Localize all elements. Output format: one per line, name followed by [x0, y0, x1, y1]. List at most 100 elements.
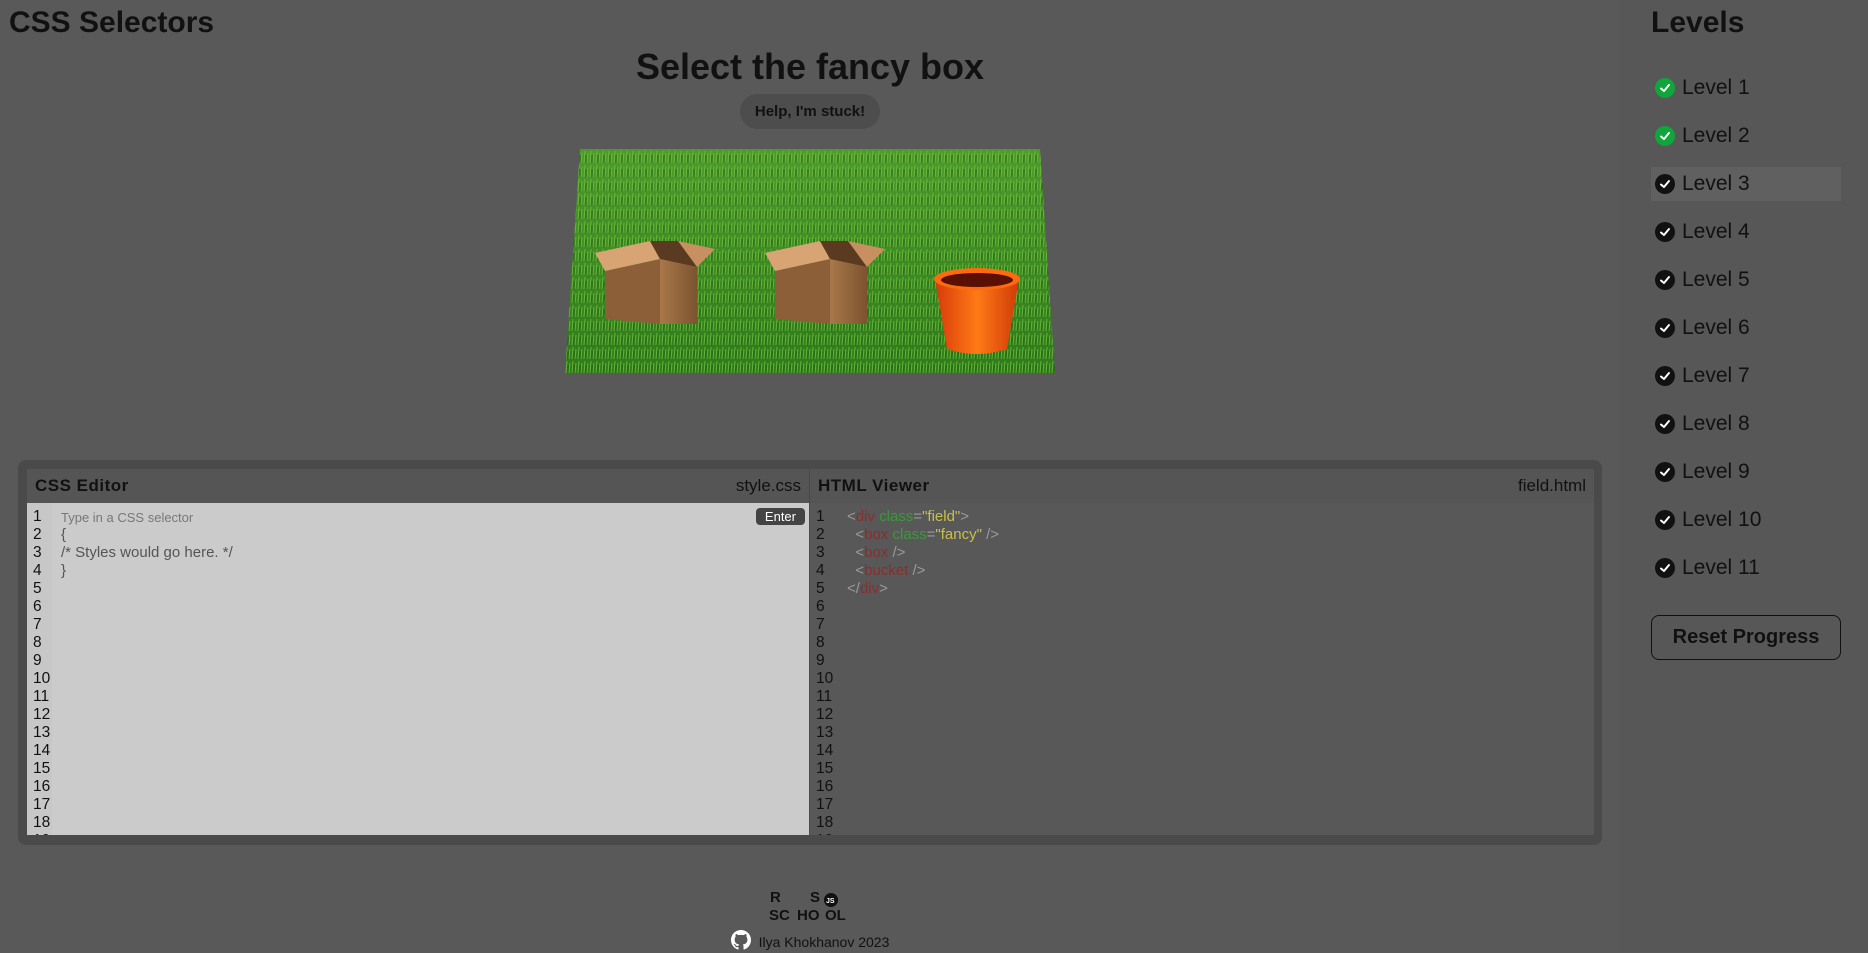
levels-sidebar: Levels Level 1 Level 2 Level 3 Level 4 Level…	[1620, 0, 1868, 952]
level-item[interactable]: Level 3	[1651, 167, 1841, 201]
line-number: 10	[33, 670, 51, 687]
line-number: 2	[33, 526, 42, 543]
line-number: 10	[816, 670, 834, 687]
help-button[interactable]: Help, I'm stuck!	[740, 94, 880, 129]
line-number: 17	[816, 796, 834, 813]
line-number: 18	[816, 814, 834, 831]
editor-panel: CSS Editor style.css 1 2 3 4 5 6 7 8 9 10 11 12 13 14…	[18, 460, 1602, 845]
level-instruction: Select the fancy box	[635, 46, 985, 87]
bucket	[934, 268, 1020, 354]
level-label: Level 7	[1682, 364, 1750, 387]
html-line-div-open[interactable]: <div class="field">	[847, 508, 999, 526]
html-viewer-header: HTML Viewer field.html	[810, 469, 1594, 503]
line-number: 16	[816, 778, 834, 795]
html-line-fancy-box[interactable]: <box class="fancy" />	[847, 526, 999, 544]
line-number: 14	[816, 742, 834, 759]
level-item[interactable]: Level 5	[1651, 263, 1841, 297]
level-item[interactable]: Level 1	[1651, 71, 1841, 105]
line-number: 4	[33, 562, 42, 579]
css-code-line: }	[61, 562, 67, 579]
html-viewer-title: HTML Viewer	[818, 476, 930, 495]
css-selector-input[interactable]	[61, 508, 681, 526]
check-icon	[1655, 510, 1675, 530]
check-icon	[1655, 318, 1675, 338]
line-number: 19	[816, 832, 838, 835]
line-number: 9	[33, 652, 42, 669]
line-number: 12	[33, 706, 51, 723]
css-editor-title: CSS Editor	[35, 476, 129, 495]
sidebar-title: Levels	[1651, 6, 1745, 39]
line-number: 6	[33, 598, 42, 615]
check-icon	[1655, 270, 1675, 290]
check-icon	[1655, 558, 1675, 578]
line-number: 3	[33, 544, 42, 561]
level-label: Level 5	[1682, 268, 1750, 291]
level-item[interactable]: Level 7	[1651, 359, 1841, 393]
css-line-numbers: 12345678910111213141516171819	[27, 503, 52, 835]
level-item[interactable]: Level 6	[1651, 311, 1841, 345]
level-item[interactable]: Level 2	[1651, 119, 1841, 153]
logo-badge: JS	[826, 898, 835, 905]
line-number: 7	[816, 616, 825, 633]
css-filename: style.css	[735, 476, 801, 495]
enter-button[interactable]: Enter	[755, 508, 805, 525]
html-filename: field.html	[1517, 476, 1586, 495]
html-line-box[interactable]: <box />	[847, 544, 999, 562]
html-code: <div class="field"> <box class="fancy" /…	[847, 508, 999, 598]
level-label: Level 11	[1682, 556, 1760, 579]
level-label: Level 1	[1682, 76, 1750, 99]
line-number: 13	[816, 724, 834, 741]
line-number: 1	[816, 508, 825, 525]
check-icon	[1655, 174, 1675, 194]
line-number: 5	[33, 580, 42, 597]
rs-school-logo[interactable]: R S JS SC HO OL	[769, 888, 849, 924]
level-label: Level 4	[1682, 220, 1750, 243]
reset-progress-button[interactable]: Reset Progress	[1651, 615, 1841, 660]
css-code: { /* Styles would go here. */ }	[61, 508, 681, 580]
line-number: 16	[33, 778, 51, 795]
css-code-line: /* Styles would go here. */	[61, 544, 233, 561]
line-number: 4	[816, 562, 825, 579]
html-line-bucket[interactable]: <bucket />	[847, 562, 999, 580]
line-number: 14	[33, 742, 51, 759]
check-icon	[1655, 78, 1675, 98]
line-number: 7	[33, 616, 42, 633]
line-number: 5	[816, 580, 825, 597]
level-item[interactable]: Level 4	[1651, 215, 1841, 249]
author-credit[interactable]: Ilya Khokhanov 2023	[759, 934, 890, 950]
line-number: 12	[816, 706, 834, 723]
html-viewer-body: 12345678910111213141516171819 <div class…	[810, 503, 1594, 835]
level-item[interactable]: Level 8	[1651, 407, 1841, 441]
app-title: CSS Selectors	[9, 6, 215, 39]
footer-credit: Ilya Khokhanov 2023	[0, 930, 1620, 953]
html-line-numbers: 12345678910111213141516171819	[810, 503, 838, 835]
line-number: 13	[33, 724, 51, 741]
level-item[interactable]: Level 10	[1651, 503, 1841, 537]
line-number: 18	[33, 814, 51, 831]
level-label: Level 2	[1682, 124, 1750, 147]
css-editor-body: 12345678910111213141516171819 { /* Style…	[27, 503, 809, 835]
html-line-div-close[interactable]: </div>	[847, 580, 999, 598]
fancy-box	[595, 241, 715, 324]
grass-field-image	[565, 149, 1055, 374]
line-number: 17	[33, 796, 51, 813]
box	[765, 241, 885, 324]
level-item[interactable]: Level 11	[1651, 551, 1841, 585]
logo-letter: R	[770, 889, 781, 906]
css-editor-header: CSS Editor style.css	[27, 469, 809, 503]
html-viewer: HTML Viewer field.html 1 2 3 4 5 6 7 8 9 10 11 12 13…	[810, 469, 1594, 835]
line-number: 11	[816, 688, 833, 705]
github-icon[interactable]	[730, 930, 751, 953]
logo-letter: HO	[797, 907, 820, 922]
game-field	[565, 149, 1055, 374]
line-number: 19	[33, 832, 52, 835]
line-number: 8	[816, 634, 825, 651]
level-item[interactable]: Level 9	[1651, 455, 1841, 489]
logo-letter: OL	[825, 907, 846, 922]
css-editor: CSS Editor style.css 1 2 3 4 5 6 7 8 9 10 11 12 13 14…	[27, 469, 809, 835]
level-label: Level 10	[1682, 508, 1762, 531]
line-number: 2	[816, 526, 825, 543]
check-icon	[1655, 366, 1675, 386]
line-number: 11	[33, 688, 50, 705]
line-number: 1	[33, 508, 42, 525]
